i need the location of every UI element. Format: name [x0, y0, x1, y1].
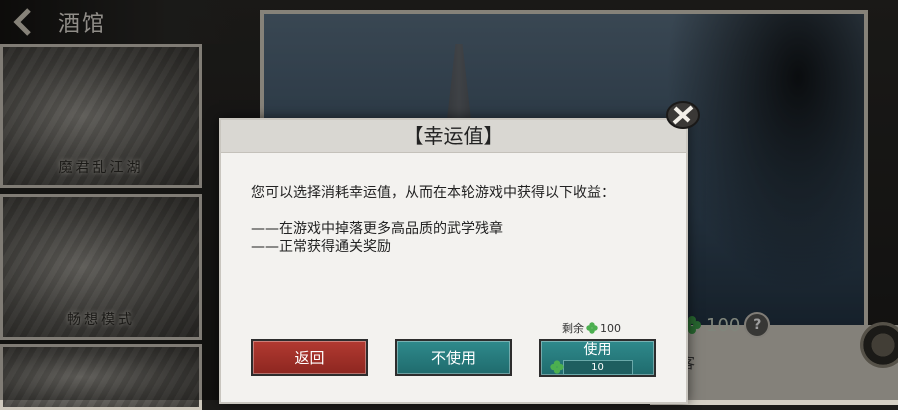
benefit-item: ——正常获得通关奖励 — [251, 239, 391, 255]
dialog-description: 您可以选择消耗幸运值，从而在本轮游戏中获得以下收益： — [251, 185, 615, 201]
clover-icon — [586, 322, 598, 334]
use-button[interactable]: 使用 10 — [539, 339, 656, 377]
clover-icon — [549, 360, 564, 374]
dialog-title: 【幸运值】 — [221, 120, 686, 153]
remaining-luck: 剩余 100 — [562, 320, 621, 336]
remaining-value: 100 — [600, 321, 621, 335]
close-icon — [666, 101, 700, 129]
no-use-button[interactable]: 不使用 — [395, 339, 512, 376]
return-button[interactable]: 返回 — [251, 339, 368, 376]
benefit-item: ——在游戏中掉落更多高品质的武学残章 — [251, 221, 503, 237]
use-button-label: 使用 — [583, 342, 612, 358]
luck-dialog: 【幸运值】 您可以选择消耗幸运值，从而在本轮游戏中获得以下收益： ——在游戏中掉… — [219, 118, 688, 404]
use-cost: 10 — [549, 360, 633, 375]
close-button[interactable] — [663, 97, 703, 133]
remaining-label: 剩余 — [562, 322, 584, 335]
use-cost-value: 10 — [591, 362, 604, 373]
